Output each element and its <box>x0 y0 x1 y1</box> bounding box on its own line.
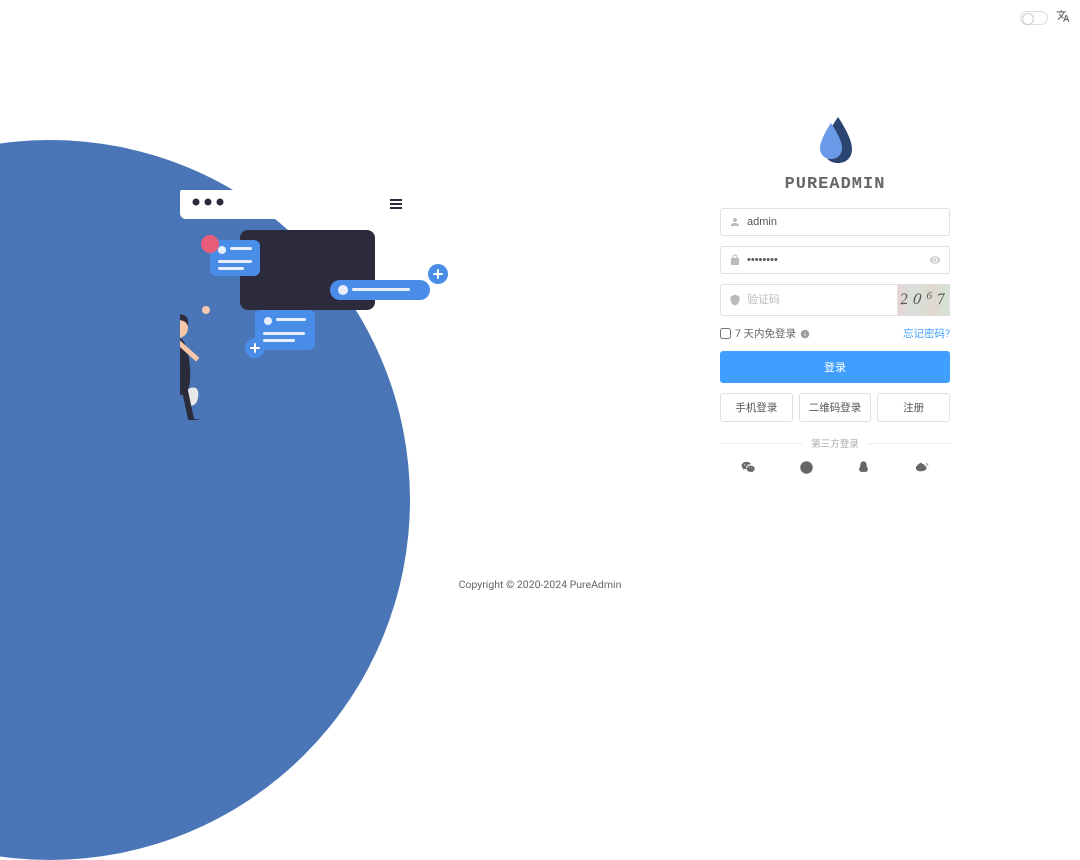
brand-title: PUREADMIN <box>720 175 950 194</box>
username-field <box>720 208 950 236</box>
login-form: PUREADMIN 2067 7 天内免登录 忘记密码? 登录 手机登录 二维码… <box>720 115 950 475</box>
captcha-image[interactable]: 2067 <box>898 284 950 316</box>
footer-copyright: Copyright © 2020-2024 PureAdmin <box>0 578 1080 591</box>
login-button[interactable]: 登录 <box>720 351 950 383</box>
username-input[interactable] <box>747 216 941 228</box>
theme-toggle[interactable] <box>1020 11 1048 25</box>
password-input[interactable] <box>747 254 929 266</box>
language-icon[interactable] <box>1056 8 1070 27</box>
login-illustration <box>180 190 470 420</box>
remember-label: 7 天内免登录 <box>735 326 796 341</box>
password-field <box>720 246 950 274</box>
remember-checkbox[interactable]: 7 天内免登录 <box>720 326 810 341</box>
info-icon[interactable] <box>800 329 810 339</box>
captcha-input[interactable] <box>747 294 889 306</box>
alipay-icon[interactable] <box>799 460 814 475</box>
logo-icon <box>816 150 854 169</box>
phone-login-button[interactable]: 手机登录 <box>720 393 793 422</box>
register-button[interactable]: 注册 <box>877 393 950 422</box>
captcha-field <box>720 284 898 316</box>
third-party-divider: 第三方登录 <box>720 436 950 450</box>
qr-login-button[interactable]: 二维码登录 <box>799 393 872 422</box>
lock-icon <box>729 254 741 266</box>
forgot-password-link[interactable]: 忘记密码? <box>903 326 950 341</box>
wechat-icon[interactable] <box>741 460 756 475</box>
qq-icon[interactable] <box>856 460 871 475</box>
weibo-icon[interactable] <box>914 460 929 475</box>
eye-icon[interactable] <box>929 254 941 266</box>
user-icon <box>729 216 741 228</box>
social-login-row <box>720 460 950 475</box>
shield-icon <box>729 294 741 306</box>
